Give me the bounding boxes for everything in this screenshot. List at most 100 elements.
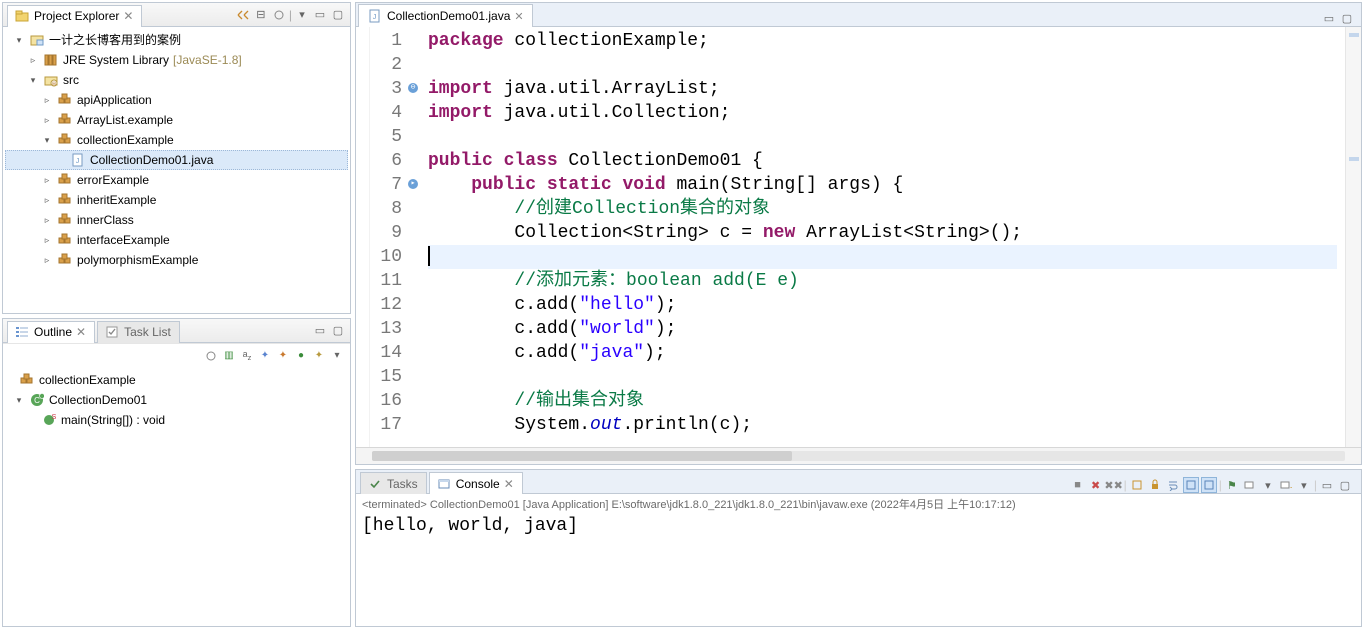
tree-package[interactable]: ▹ interfaceExample xyxy=(5,230,348,250)
close-icon[interactable]: ✕ xyxy=(76,325,86,339)
view-menu-button[interactable]: ▾ xyxy=(294,7,310,23)
tree-jre[interactable]: ▹ JRE System Library [JavaSE-1.8] xyxy=(5,50,348,70)
editor-tab-active[interactable]: J CollectionDemo01.java ✕ xyxy=(358,4,533,27)
outline-method[interactable]: S main(String[]) : void xyxy=(5,410,348,430)
svg-text:⊞: ⊞ xyxy=(52,81,56,87)
minimize-view-button[interactable]: ▭ xyxy=(312,323,328,339)
show-console-on-out-button[interactable] xyxy=(1183,477,1199,493)
outline-sort-button[interactable]: ▥ xyxy=(222,349,236,363)
outline-class[interactable]: ▾ C CollectionDemo01 xyxy=(5,390,348,410)
tree-label: collectionExample xyxy=(77,131,174,149)
tree-package[interactable]: ▹ innerClass xyxy=(5,210,348,230)
outline-menu-button[interactable]: ▾ xyxy=(330,349,344,363)
tab-project-explorer[interactable]: Project Explorer ✕ xyxy=(7,5,142,27)
code-content[interactable]: package collectionExample;import java.ut… xyxy=(420,27,1345,447)
twisty-expanded-icon[interactable]: ▾ xyxy=(13,34,25,46)
outline-tree[interactable]: collectionExample ▾ C CollectionDemo01 S… xyxy=(5,370,348,430)
remove-launch-button[interactable]: ✖ xyxy=(1088,477,1104,493)
package-icon xyxy=(57,192,73,208)
tree-package-expanded[interactable]: ▾ collectionExample xyxy=(5,130,348,150)
outline-package[interactable]: collectionExample xyxy=(5,370,348,390)
minimize-view-button[interactable]: ▭ xyxy=(312,7,328,23)
project-explorer-title: Project Explorer xyxy=(34,9,119,23)
twisty-expanded-icon[interactable]: ▾ xyxy=(13,394,25,406)
method-marker-icon[interactable]: ▸ xyxy=(408,179,418,189)
editor-tabbar: J CollectionDemo01.java ✕ ▭ ▢ xyxy=(356,3,1361,27)
package-icon xyxy=(57,92,73,108)
collapse-all-button[interactable]: ⊟ xyxy=(253,7,269,23)
import-fold-icon[interactable]: ⊖ xyxy=(408,83,418,93)
tree-package[interactable]: ▹ ArrayList.example xyxy=(5,110,348,130)
outline-title: Outline xyxy=(34,325,72,339)
overview-ruler[interactable] xyxy=(1345,27,1361,447)
folding-margin[interactable] xyxy=(356,27,370,447)
twisty-expanded-icon[interactable]: ▾ xyxy=(27,74,39,86)
display-selected-console-button[interactable] xyxy=(1242,477,1258,493)
package-icon xyxy=(57,212,73,228)
display-selected-console-menu[interactable]: ▾ xyxy=(1260,477,1276,493)
show-console-on-err-button[interactable] xyxy=(1201,477,1217,493)
task-list-label: Task List xyxy=(124,325,171,339)
tasks-label: Tasks xyxy=(387,477,418,491)
clear-console-button[interactable] xyxy=(1129,477,1145,493)
tree-project-root[interactable]: ▾ 一计之长博客用到的案例 xyxy=(5,30,348,50)
remove-all-terminated-button[interactable]: ✖✖ xyxy=(1106,477,1122,493)
code-editor[interactable]: 1234567891011121314151617 ⊖▸ package col… xyxy=(356,27,1361,447)
twisty-collapsed-icon[interactable]: ▹ xyxy=(27,54,39,66)
annotation-ruler[interactable]: ⊖▸ xyxy=(408,27,420,447)
tree-java-file-selected[interactable]: J CollectionDemo01.java xyxy=(5,150,348,170)
tree-package[interactable]: ▹ polymorphismExample xyxy=(5,250,348,270)
editor-horizontal-scrollbar[interactable] xyxy=(356,447,1361,464)
close-icon[interactable]: ✕ xyxy=(504,477,514,491)
dirty-close-icon[interactable]: ✕ xyxy=(123,9,133,23)
minimize-editor-button[interactable]: ▭ xyxy=(1321,10,1337,26)
console-tabs: Tasks Console ✕ ■ ✖ ✖✖ | | ⚑ ▾ xyxy=(356,470,1361,494)
minimize-view-button[interactable]: ▭ xyxy=(1319,477,1335,493)
open-console-button[interactable]: + xyxy=(1278,477,1294,493)
outline-hide-local-button[interactable]: ✦ xyxy=(312,349,326,363)
project-explorer-tree[interactable]: ▾ 一计之长博客用到的案例 ▹ JRE System Library [Java… xyxy=(5,30,348,270)
tab-tasks[interactable]: Tasks xyxy=(360,472,427,494)
outline-hide-fields-button[interactable]: ✦ xyxy=(258,349,272,363)
outline-alpha-sort-button[interactable]: az xyxy=(240,349,254,363)
tree-src[interactable]: ▾ ⊞ src xyxy=(5,70,348,90)
maximize-view-button[interactable]: ▢ xyxy=(330,7,346,23)
console-output[interactable]: [hello, world, java] xyxy=(356,514,1361,626)
public-static-method-icon: S xyxy=(41,412,57,428)
pin-console-button[interactable]: ⚑ xyxy=(1224,477,1240,493)
terminate-button[interactable]: ■ xyxy=(1070,477,1086,493)
svg-text:C: C xyxy=(34,396,40,405)
tab-outline[interactable]: Outline ✕ xyxy=(7,321,95,343)
line-number-gutter[interactable]: 1234567891011121314151617 xyxy=(370,27,408,447)
focus-task-button[interactable] xyxy=(271,7,287,23)
tree-package[interactable]: ▹ inheritExample xyxy=(5,190,348,210)
maximize-view-button[interactable]: ▢ xyxy=(1337,477,1353,493)
package-icon xyxy=(57,112,73,128)
tree-label: collectionExample xyxy=(39,371,136,389)
outline-focus-button[interactable] xyxy=(204,349,218,363)
tree-label: apiApplication xyxy=(77,91,152,109)
link-with-editor-button[interactable] xyxy=(235,7,251,23)
outline-icon xyxy=(14,324,30,340)
tree-package[interactable]: ▹ apiApplication xyxy=(5,90,348,110)
outline-hide-non-public-button[interactable]: ● xyxy=(294,349,308,363)
editor-tab-label: CollectionDemo01.java xyxy=(387,9,510,23)
package-icon xyxy=(19,372,35,388)
word-wrap-button[interactable] xyxy=(1165,477,1181,493)
source-folder-icon: ⊞ xyxy=(43,72,59,88)
console-label: Console xyxy=(456,477,500,491)
tab-task-list[interactable]: Task List xyxy=(97,321,180,343)
task-list-icon xyxy=(104,324,120,340)
tab-console[interactable]: Console ✕ xyxy=(429,472,523,494)
tree-label: main(String[]) : void xyxy=(61,411,165,429)
open-console-menu[interactable]: ▾ xyxy=(1296,477,1312,493)
tree-label-suffix: [JavaSE-1.8] xyxy=(173,51,242,69)
maximize-view-button[interactable]: ▢ xyxy=(330,323,346,339)
close-icon[interactable]: ✕ xyxy=(514,10,523,23)
tree-package[interactable]: ▹ errorExample xyxy=(5,170,348,190)
outline-hide-static-button[interactable]: ✦ xyxy=(276,349,290,363)
svg-text:J: J xyxy=(76,158,80,165)
maximize-editor-button[interactable]: ▢ xyxy=(1339,10,1355,26)
tasks-icon xyxy=(367,476,383,492)
scroll-lock-button[interactable] xyxy=(1147,477,1163,493)
